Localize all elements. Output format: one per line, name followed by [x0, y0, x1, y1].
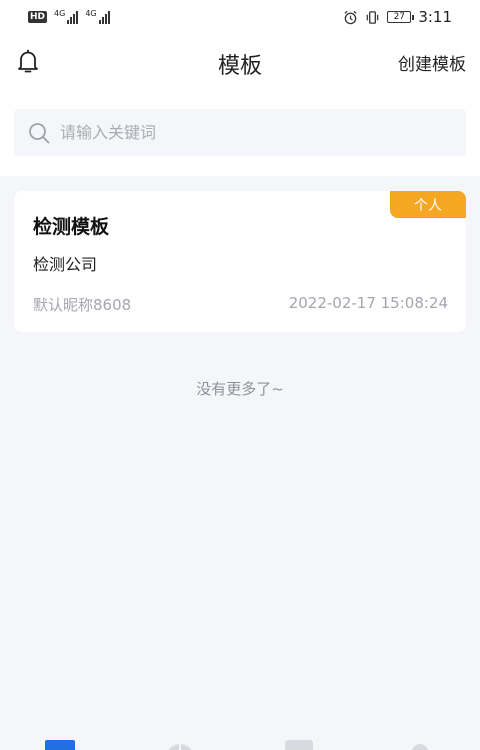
status-right: 27 3:11: [343, 8, 452, 26]
template-creator: 默认昵称8608: [33, 296, 132, 314]
header: 模板 创建模板: [0, 34, 480, 92]
network-type-label: 4G: [85, 9, 97, 18]
hd-indicator: HD: [28, 11, 48, 23]
template-card[interactable]: 个人 检测模板 检测公司 默认昵称8608 2022-02-17 15:08:2…: [14, 191, 466, 332]
signal-icon: 4G: [54, 9, 79, 24]
alarm-icon: [344, 10, 357, 24]
template-timestamp: 2022-02-17 15:08:24: [288, 294, 448, 312]
template-company: 检测公司: [33, 255, 98, 274]
chart-icon[interactable]: [165, 740, 195, 750]
signal-icon: 4G: [85, 9, 110, 24]
status-bar: HD 4G 4G 27 3:11: [0, 0, 480, 34]
vibrate-icon: [367, 10, 379, 24]
template-title: 检测模板: [33, 216, 110, 238]
battery-icon: 27: [387, 11, 415, 23]
create-template-button[interactable]: 创建模板: [398, 50, 466, 75]
personal-tag: 个人: [390, 191, 466, 218]
search-input[interactable]: [60, 112, 466, 153]
search-box[interactable]: [14, 109, 466, 156]
search-icon: [29, 122, 50, 143]
list-end-text: 没有更多了~: [196, 380, 284, 398]
document-icon[interactable]: [285, 740, 315, 750]
network-type-label: 4G: [54, 9, 66, 18]
tab-bar: [0, 738, 480, 750]
home-icon[interactable]: [45, 740, 75, 750]
clock: 3:11: [418, 8, 452, 26]
profile-icon[interactable]: [405, 740, 435, 750]
status-left: HD 4G 4G: [28, 10, 110, 24]
